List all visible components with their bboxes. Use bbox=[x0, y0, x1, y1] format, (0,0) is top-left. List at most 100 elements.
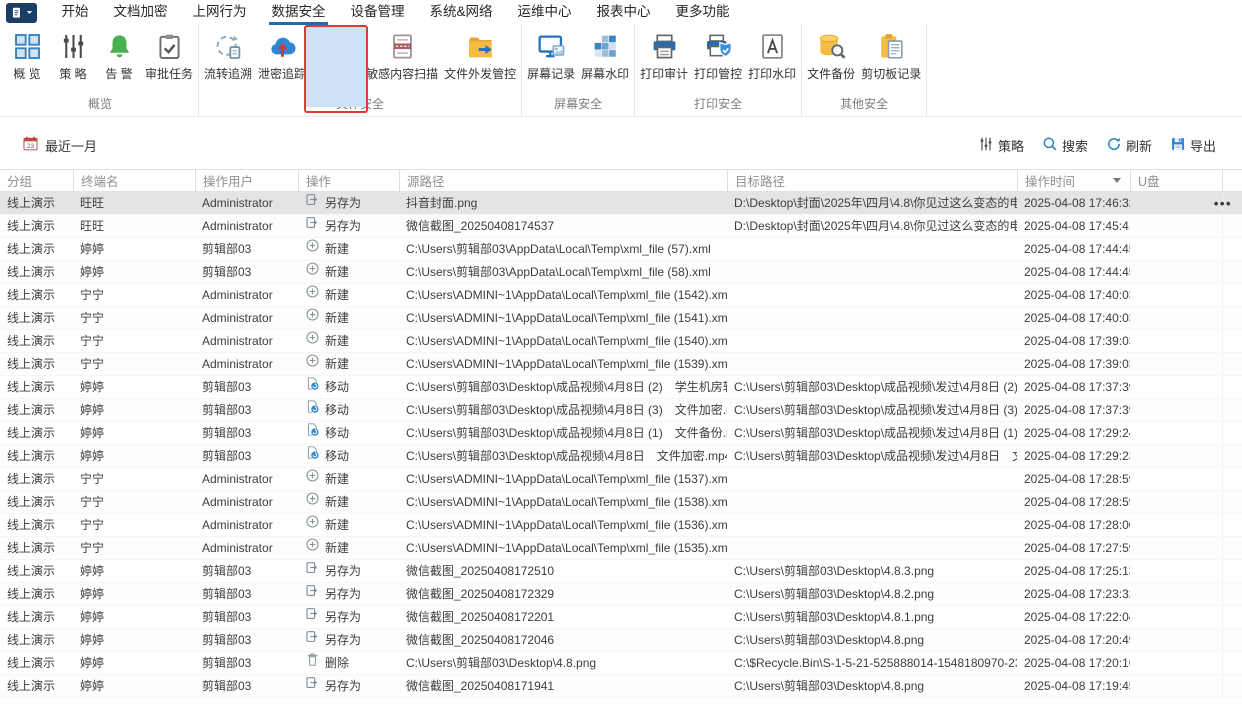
ribbon-item-watermark[interactable]: 屏幕水印 bbox=[578, 25, 632, 82]
table-row[interactable]: 线上演示 婷婷 剪辑部03 新建 C:\Users\剪辑部03\AppData\Loca… bbox=[0, 261, 1242, 284]
column-header-U盘[interactable]: U盘 bbox=[1130, 170, 1222, 191]
cell-gutter bbox=[1222, 560, 1242, 582]
cell-usb bbox=[1130, 261, 1222, 283]
table-row[interactable]: 线上演示 旺旺 Administrator 另存为 微信截图_2025040817453… bbox=[0, 215, 1242, 238]
ribbon-item-printer[interactable]: 打印审计 bbox=[637, 25, 691, 82]
operation-label: 另存为 bbox=[325, 633, 362, 647]
table-row[interactable]: 线上演示 婷婷 剪辑部03 另存为 微信截图_20250408172510 C:\User… bbox=[0, 560, 1242, 583]
cell-terminal: 婷婷 bbox=[80, 380, 105, 394]
ribbon-item-folder-out[interactable]: 文件外发管控 bbox=[441, 25, 519, 82]
cell-usb bbox=[1130, 445, 1222, 467]
ribbon-item-db-magnifier[interactable]: 文件备份 bbox=[804, 25, 858, 82]
table-row[interactable]: 线上演示 宁宁 Administrator 新建 C:\Users\ADMINI~1\A… bbox=[0, 284, 1242, 307]
table-row[interactable]: 线上演示 宁宁 Administrator 新建 C:\Users\ADMINI~1\A… bbox=[0, 537, 1242, 560]
cell-terminal: 宁宁 bbox=[80, 311, 105, 325]
menu-tab-1[interactable]: 开始 bbox=[49, 0, 101, 25]
ribbon-item-grid[interactable]: 概 览 bbox=[4, 25, 50, 82]
cell-group: 线上演示 bbox=[7, 288, 56, 302]
column-header-操作[interactable]: 操作 bbox=[298, 170, 399, 191]
tool-refresh-button[interactable]: 刷新 bbox=[1106, 136, 1152, 155]
column-header-源路径[interactable]: 源路径 bbox=[399, 170, 727, 191]
ribbon-item-sliders[interactable]: 策 略 bbox=[50, 25, 96, 82]
cell-usb bbox=[1130, 652, 1222, 674]
table-row[interactable]: 线上演示 旺旺 Administrator 另存为 抖音封面.png D:\Desktop… bbox=[0, 192, 1242, 215]
new-icon bbox=[305, 353, 320, 375]
cell-usb bbox=[1130, 583, 1222, 605]
table-row[interactable]: 线上演示 宁宁 Administrator 新建 C:\Users\ADMINI~1\A… bbox=[0, 307, 1242, 330]
menu-tab-7[interactable]: 运维中心 bbox=[505, 0, 584, 25]
ribbon-item-cloud-arrow[interactable]: 泄密追踪 bbox=[255, 25, 309, 82]
table-row[interactable]: 线上演示 婷婷 剪辑部03 另存为 微信截图_20250408171941 C:\User… bbox=[0, 675, 1242, 698]
cell-user: 剪辑部03 bbox=[202, 242, 252, 256]
table-row[interactable]: 线上演示 婷婷 剪辑部03 另存为 微信截图_20250408172046 C:\User… bbox=[0, 629, 1242, 652]
ribbon-item-printer-shield[interactable]: 打印管控 bbox=[691, 25, 745, 82]
cell-operation: 新建 bbox=[298, 284, 399, 306]
table-row[interactable]: 线上演示 婷婷 剪辑部03 移动 C:\Users\剪辑部03\Desktop\成品视频… bbox=[0, 399, 1242, 422]
table-row[interactable]: 线上演示 宁宁 Administrator 新建 C:\Users\ADMINI~1\A… bbox=[0, 468, 1242, 491]
cell-target bbox=[727, 238, 1017, 260]
cell-target: C:\Users\剪辑部03\Desktop\成品视频\发过\4月8日 (1) … bbox=[734, 426, 1017, 440]
row-actions-menu[interactable]: ••• bbox=[1214, 192, 1232, 215]
menu-tab-2[interactable]: 文档加密 bbox=[101, 0, 180, 25]
table-row[interactable]: 线上演示 婷婷 剪辑部03 移动 C:\Users\剪辑部03\Desktop\成品视频… bbox=[0, 376, 1242, 399]
ribbon-group-5: 文件备份 剪切板记录 其他安全 bbox=[802, 25, 928, 116]
menu-tab-4[interactable]: 数据安全 bbox=[259, 0, 338, 25]
column-header-分组[interactable]: 分组 bbox=[0, 170, 73, 191]
operation-label: 另存为 bbox=[325, 679, 362, 693]
menu-tab-3[interactable]: 上网行为 bbox=[180, 0, 259, 25]
cell-time: 2025-04-08 17:46:32 bbox=[1024, 196, 1130, 210]
cell-terminal: 婷婷 bbox=[80, 403, 105, 417]
cell-operation: 新建 bbox=[298, 353, 399, 375]
save-as-icon bbox=[305, 560, 320, 582]
table-row[interactable]: 线上演示 婷婷 剪辑部03 移动 C:\Users\剪辑部03\Desktop\成品视频… bbox=[0, 422, 1242, 445]
cell-terminal: 婷婷 bbox=[80, 449, 105, 463]
cell-terminal: 宁宁 bbox=[80, 357, 105, 371]
table-row[interactable]: 线上演示 婷婷 剪辑部03 删除 C:\Users\剪辑部03\Desktop\4.8.… bbox=[0, 652, 1242, 675]
cell-source: 微信截图_20250408172201 bbox=[406, 610, 555, 624]
ribbon-item-bell[interactable]: 告 警 bbox=[96, 25, 142, 82]
table-row[interactable]: 线上演示 婷婷 剪辑部03 新建 C:\Users\剪辑部03\AppData\Loca… bbox=[0, 238, 1242, 261]
table-row[interactable]: 线上演示 婷婷 剪辑部03 另存为 微信截图_20250408172329 C:\User… bbox=[0, 583, 1242, 606]
date-range-filter[interactable]: 23 最近一月 bbox=[22, 135, 97, 155]
cell-time: 2025-04-08 17:28:00 bbox=[1024, 518, 1130, 532]
column-header-操作时间[interactable]: 操作时间 bbox=[1017, 170, 1130, 191]
ribbon-item-monitor[interactable]: 屏幕记录 bbox=[524, 25, 578, 82]
column-header-操作用户[interactable]: 操作用户 bbox=[195, 170, 298, 191]
tool-export-button[interactable]: 导出 bbox=[1170, 136, 1216, 155]
cell-gutter bbox=[1222, 376, 1242, 398]
ribbon-item-folder-arrow[interactable]: 文件操作 bbox=[304, 25, 369, 113]
table-row[interactable]: 线上演示 婷婷 剪辑部03 另存为 微信截图_20250408172201 C:\User… bbox=[0, 606, 1242, 629]
table-row[interactable]: 线上演示 宁宁 Administrator 新建 C:\Users\ADMINI~1\A… bbox=[0, 353, 1242, 376]
ribbon-item-circulate[interactable]: 流转追溯 bbox=[201, 25, 255, 82]
menu-tab-9[interactable]: 更多功能 bbox=[663, 0, 742, 25]
ribbon-item-clipboard-doc[interactable]: 剪切板记录 bbox=[858, 25, 924, 82]
column-header-终端名[interactable]: 终端名 bbox=[73, 170, 195, 191]
tool-label: 搜索 bbox=[1061, 138, 1088, 154]
menu-tab-5[interactable]: 设备管理 bbox=[338, 0, 417, 25]
cell-operation: 移动 bbox=[298, 422, 399, 444]
column-header-gutter[interactable] bbox=[1222, 170, 1242, 191]
app-menu-button[interactable] bbox=[6, 2, 37, 23]
tool-sliders-button[interactable]: 策略 bbox=[978, 136, 1024, 155]
table-row[interactable]: 线上演示 婷婷 剪辑部03 移动 C:\Users\剪辑部03\Desktop\成品视频… bbox=[0, 445, 1242, 468]
ribbon-group-4: 打印审计 打印管控 打印水印打印安全 bbox=[635, 25, 803, 116]
ribbon-item-clipboard-check[interactable]: 审批任务 bbox=[142, 25, 196, 82]
table-row[interactable]: 线上演示 宁宁 Administrator 新建 C:\Users\ADMINI~1\A… bbox=[0, 330, 1242, 353]
ribbon-item-doc-scan[interactable]: 敏感内容扫描 bbox=[363, 25, 441, 82]
tool-search-button[interactable]: 搜索 bbox=[1042, 136, 1088, 155]
cell-group: 线上演示 bbox=[7, 541, 56, 555]
column-header-目标路径[interactable]: 目标路径 bbox=[727, 170, 1017, 191]
ribbon-item-letter-a[interactable]: 打印水印 bbox=[745, 25, 799, 82]
ribbon-group-2: 流转追溯 泄密追踪 文件操作 敏感内容扫描 文件外发管控 文件安全 bbox=[199, 25, 523, 116]
ribbon-group-label: 打印安全 bbox=[694, 97, 743, 111]
menu-tab-6[interactable]: 系统&网络 bbox=[417, 0, 505, 25]
ribbon-item-label: 策 略 bbox=[59, 67, 87, 81]
table-row[interactable]: 线上演示 宁宁 Administrator 新建 C:\Users\ADMINI~1\A… bbox=[0, 514, 1242, 537]
menu-tab-8[interactable]: 报表中心 bbox=[584, 0, 663, 25]
table-row[interactable]: 线上演示 宁宁 Administrator 新建 C:\Users\ADMINI~1\A… bbox=[0, 491, 1242, 514]
ribbon-item-label: 屏幕记录 bbox=[527, 67, 576, 81]
table-tools: 策略 搜索 刷新 导出 bbox=[978, 136, 1216, 155]
cell-terminal: 宁宁 bbox=[80, 334, 105, 348]
cell-gutter bbox=[1222, 215, 1242, 237]
operation-label: 新建 bbox=[325, 472, 350, 486]
